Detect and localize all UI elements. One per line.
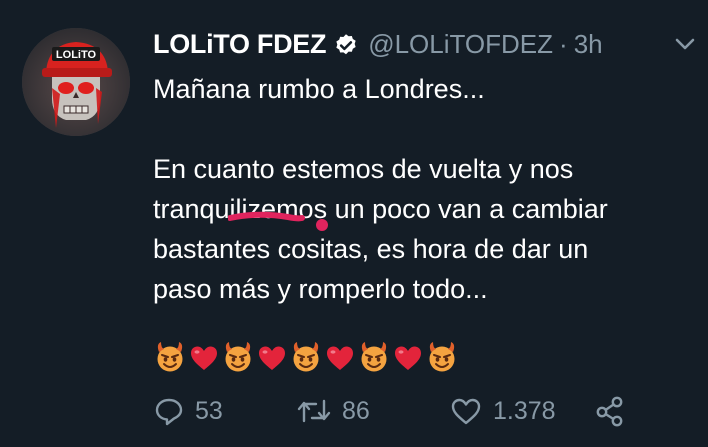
heart-icon bbox=[449, 395, 483, 427]
red-heart-emoji bbox=[259, 346, 285, 370]
verified-badge-icon bbox=[333, 31, 359, 57]
chevron-down-icon[interactable] bbox=[674, 36, 696, 52]
avatar[interactable]: LOLiTO bbox=[22, 28, 130, 136]
tweet-line: Mañana rumbo a Londres... bbox=[153, 74, 485, 104]
tweet-actions: 53 86 1.378 bbox=[153, 391, 653, 431]
smiling-face-with-horns-emoji bbox=[293, 342, 319, 372]
display-name[interactable]: LOLiTO FDEZ bbox=[153, 29, 327, 60]
smiling-face-with-horns-emoji bbox=[225, 342, 251, 372]
tweet-line: tranquilizemos un poco van a cambiar bbox=[153, 194, 608, 224]
tweet-text: Mañana rumbo a Londres... En cuanto este… bbox=[153, 69, 693, 309]
like-count: 1.378 bbox=[493, 396, 556, 425]
smiling-face-with-horns-emoji bbox=[429, 342, 455, 372]
retweet-count: 86 bbox=[342, 396, 370, 425]
share-button[interactable] bbox=[593, 391, 627, 431]
emoji-row bbox=[153, 340, 459, 374]
tweet-header: LOLiTO FDEZ @LOLiTOFDEZ · 3h bbox=[153, 24, 603, 64]
share-icon bbox=[593, 395, 627, 427]
reply-button[interactable]: 53 bbox=[153, 391, 223, 431]
retweet-icon bbox=[296, 395, 332, 427]
tweet-line: bastantes cositas, es hora de dar un bbox=[153, 234, 589, 264]
tweet-line: paso más y romperlo todo... bbox=[153, 274, 488, 304]
red-heart-emoji bbox=[327, 346, 353, 370]
smiling-face-with-horns-emoji bbox=[157, 342, 183, 372]
retweet-button[interactable]: 86 bbox=[296, 391, 370, 431]
like-button[interactable]: 1.378 bbox=[449, 391, 556, 431]
reply-icon bbox=[153, 395, 185, 427]
smiling-face-with-horns-emoji bbox=[361, 342, 387, 372]
red-heart-emoji bbox=[395, 346, 421, 370]
reply-count: 53 bbox=[195, 396, 223, 425]
red-heart-emoji bbox=[191, 346, 217, 370]
separator-dot: · bbox=[559, 28, 568, 59]
svg-text:LOLiTO: LOLiTO bbox=[56, 49, 97, 61]
tweet-card[interactable]: LOLiTO LOLiTO FDEZ @LOLiTOFDEZ · 3h Maña… bbox=[0, 0, 708, 447]
user-handle[interactable]: @LOLiTOFDEZ bbox=[368, 29, 553, 60]
tweet-line: En cuanto estemos de vuelta y nos bbox=[153, 154, 574, 184]
timestamp[interactable]: 3h bbox=[574, 29, 603, 60]
avatar-image: LOLiTO bbox=[22, 28, 130, 136]
